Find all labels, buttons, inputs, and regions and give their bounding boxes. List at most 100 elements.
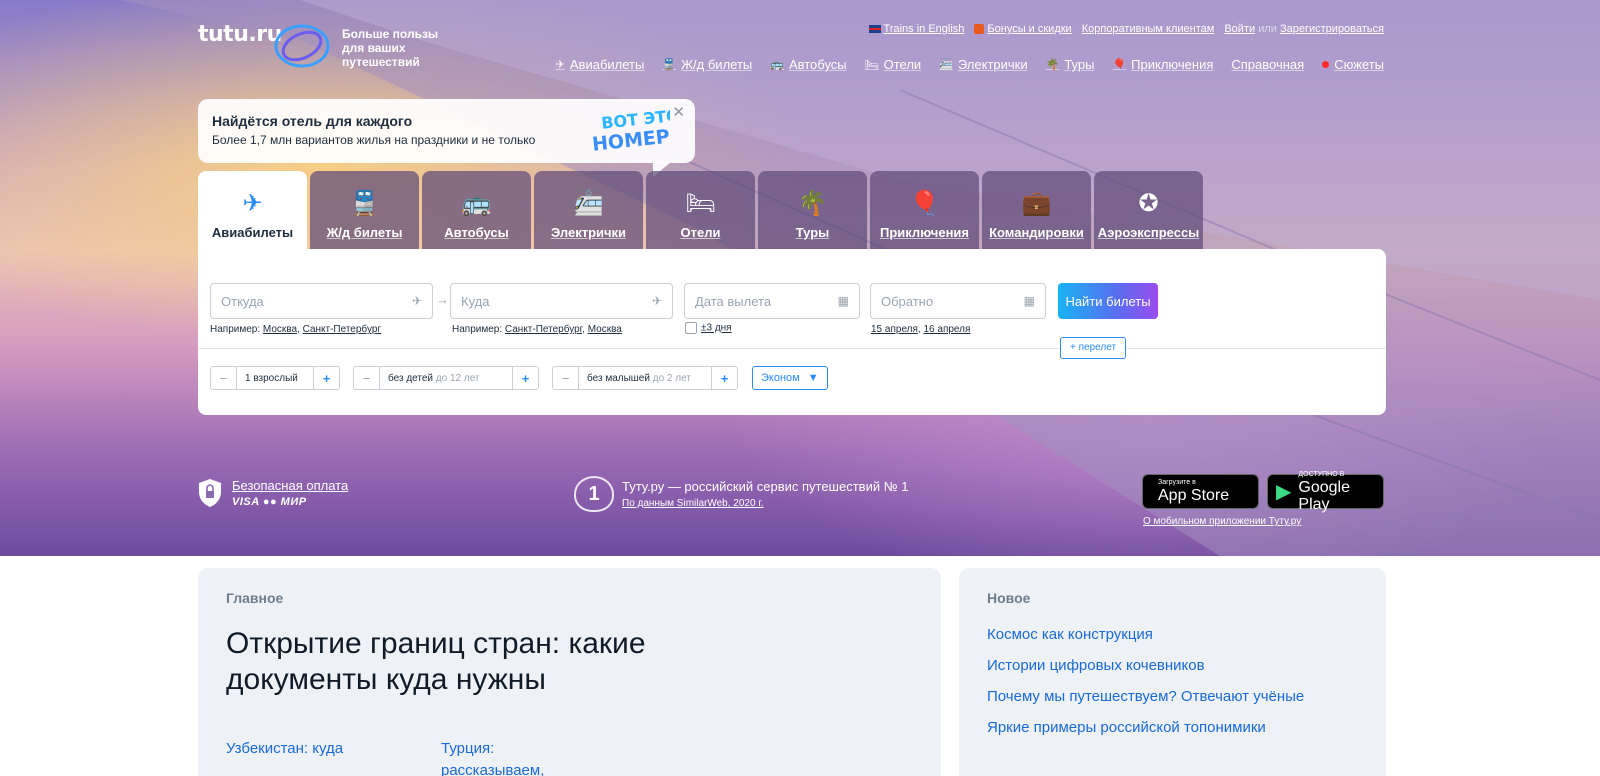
return-date-field[interactable]: Обратно ▦ <box>870 283 1046 319</box>
close-icon[interactable]: ✕ <box>672 103 685 121</box>
sub-story-links: Узбекистан: куда Турция: рассказываем, <box>226 738 913 776</box>
login-link[interactable]: Войти <box>1224 23 1255 35</box>
cabin-class-select[interactable]: Эконом ▼ <box>752 366 828 390</box>
uk-flag-icon <box>868 25 881 34</box>
from-hint-link[interactable]: Москва <box>263 324 297 335</box>
tab-tours[interactable]: 🌴 Туры <box>758 171 867 249</box>
list-item[interactable]: Истории цифровых кочевников <box>987 657 1358 674</box>
logo-text: tutu.ru <box>198 22 282 47</box>
palm-icon: 🌴 <box>1045 59 1060 71</box>
nav-item-adventures[interactable]: 🎈 Приключения <box>1112 57 1213 72</box>
suburban-train-icon: 🚈 <box>939 59 953 71</box>
award-source-link[interactable]: По данным SimilarWeb, 2020 г. <box>622 498 909 509</box>
briefcase-icon: 💼 <box>1021 189 1052 217</box>
bus-icon: 🚌 <box>770 59 784 71</box>
bonuses-link[interactable]: Бонусы и скидки <box>974 23 1072 35</box>
minus-button[interactable]: − <box>553 367 579 389</box>
flex-dates-option[interactable]: ±3 дня <box>685 322 732 334</box>
app-store-button[interactable]: Загрузите в App Store <box>1142 474 1259 509</box>
train-icon: 🚆 <box>349 189 380 217</box>
corporate-link[interactable]: Корпоративным клиентам <box>1082 23 1215 35</box>
google-play-button[interactable]: ▶ ДОСТУПНО В Google Play <box>1267 471 1384 513</box>
gift-icon <box>974 24 985 35</box>
from-hint-link[interactable]: Санкт-Петербург <box>303 324 381 335</box>
nav-item-rail[interactable]: 🚆 Ж/д билеты <box>662 57 752 72</box>
tab-adventures[interactable]: 🎈 Приключения <box>870 171 979 249</box>
calendar-icon: ▦ <box>837 294 849 308</box>
list-item[interactable]: Космос как конструкция <box>987 626 1358 643</box>
plus-button[interactable]: + <box>512 367 538 389</box>
flex-dates-checkbox[interactable] <box>685 322 697 334</box>
promo-badge-icon: ВОТ ЭТО НОМЕР! <box>591 107 670 153</box>
caret-down-icon: ▼ <box>807 372 819 384</box>
list-item[interactable]: Почему мы путешествуем? Отвечают учёные <box>987 688 1358 705</box>
plane-icon: ✈ <box>651 294 662 308</box>
tab-business-trips[interactable]: 💼 Командировки <box>982 171 1091 249</box>
nav-item-hotels[interactable]: 🛏 Отели <box>865 57 922 72</box>
bed-icon: 🛏 <box>685 189 716 217</box>
return-hint-link[interactable]: 15 апреля <box>871 324 918 335</box>
story-link[interactable]: Узбекистан: куда <box>226 738 386 776</box>
story-link[interactable]: Турция: рассказываем, <box>441 738 601 776</box>
tab-avia[interactable]: ✈ Авиабилеты <box>198 171 307 249</box>
headline-link[interactable]: Открытие границ стран: какие документы к… <box>226 626 746 698</box>
register-link[interactable]: Зарегистрироваться <box>1280 23 1384 35</box>
nav-item-avia[interactable]: ✈ Авиабилеты <box>556 57 645 72</box>
flight-search-panel: Откуда ✈ → Куда ✈ Дата вылета ▦ Обратно … <box>198 249 1386 415</box>
logo-swirl-icon <box>274 24 330 68</box>
plus-button[interactable]: + <box>711 367 737 389</box>
hotel-promo-banner[interactable]: Найдётся отель для каждого Более 1,7 млн… <box>198 99 695 177</box>
nav-item-suburban[interactable]: 🚈 Электрички <box>939 57 1027 72</box>
award-block: 1 Туту.ру — российский сервис путешестви… <box>574 476 909 512</box>
arrow-right-icon: → <box>436 292 449 307</box>
to-hint-link[interactable]: Санкт-Петербург <box>505 324 582 335</box>
to-hint: Например: Санкт-Петербург, Москва <box>452 324 622 335</box>
to-hint-link[interactable]: Москва <box>588 324 622 335</box>
departure-date-field[interactable]: Дата вылета ▦ <box>684 283 860 319</box>
tab-suburban[interactable]: 🚈 Электрички <box>534 171 643 249</box>
tab-rail[interactable]: 🚆 Ж/д билеты <box>310 171 419 249</box>
return-hint-link[interactable]: 16 апреля <box>923 324 970 335</box>
minus-button[interactable]: − <box>211 367 237 389</box>
new-stories-list: Космос как конструкция Истории цифровых … <box>987 626 1358 736</box>
find-tickets-button[interactable]: Найти билеты <box>1058 283 1158 319</box>
calendar-icon: ▦ <box>1023 294 1035 308</box>
tab-hotels[interactable]: 🛏 Отели <box>646 171 755 249</box>
new-stories-card: Новое Космос как конструкция Истории циф… <box>959 568 1386 776</box>
minus-button[interactable]: − <box>354 367 380 389</box>
payment-systems: VISA ●● МИР <box>232 496 307 508</box>
nav-item-reference[interactable]: Справочная <box>1231 57 1304 72</box>
bus-icon: 🚌 <box>461 189 492 217</box>
plane-icon: ✈ <box>411 294 422 308</box>
card-label: Главное <box>226 590 284 606</box>
nav-item-bus[interactable]: 🚌 Автобусы <box>770 57 846 72</box>
tab-bus[interactable]: 🚌 Автобусы <box>422 171 531 249</box>
add-flight-button[interactable]: + перелет <box>1060 337 1127 359</box>
red-dot-icon <box>1322 61 1330 68</box>
app-store-badges: Загрузите в App Store ▶ ДОСТУПНО В Googl… <box>1142 471 1384 513</box>
tab-aeroexpress[interactable]: ✪ Аэроэкспрессы <box>1094 171 1203 249</box>
bed-icon: 🛏 <box>864 59 879 71</box>
trains-in-english-link[interactable]: Trains in English <box>868 23 964 35</box>
aeroexpress-icon: ✪ <box>1138 189 1159 217</box>
balloon-icon: 🎈 <box>1112 59 1127 71</box>
card-label: Новое <box>987 590 1031 606</box>
from-field[interactable]: Откуда ✈ <box>210 283 433 319</box>
laurel-award-icon: 1 <box>574 476 614 512</box>
site-logo[interactable]: tutu.ru <box>198 22 282 47</box>
google-play-icon: ▶ <box>1276 481 1292 503</box>
plane-icon: ✈ <box>555 59 565 71</box>
secure-payment-block: Безопасная оплата VISA ●● МИР <box>198 478 348 508</box>
divider <box>198 348 1386 349</box>
award-title: Туту.ру — российский сервис путешествий … <box>622 479 909 494</box>
palm-icon: 🌴 <box>797 189 828 217</box>
mobile-app-link[interactable]: О мобильном приложении Туту.ру <box>1143 516 1301 527</box>
secure-payment-link[interactable]: Безопасная оплата <box>232 478 348 493</box>
plus-button[interactable]: + <box>313 367 339 389</box>
nav-item-stories[interactable]: Сюжеты <box>1322 57 1384 72</box>
list-item[interactable]: Яркие примеры российской топонимики <box>987 719 1358 736</box>
train-icon: 🚆 <box>662 59 677 71</box>
nav-item-tours[interactable]: 🌴 Туры <box>1046 57 1095 72</box>
to-field[interactable]: Куда ✈ <box>450 283 673 319</box>
transport-tabs: ✈ Авиабилеты 🚆 Ж/д билеты 🚌 Автобусы 🚈 Элект… <box>198 171 1203 249</box>
